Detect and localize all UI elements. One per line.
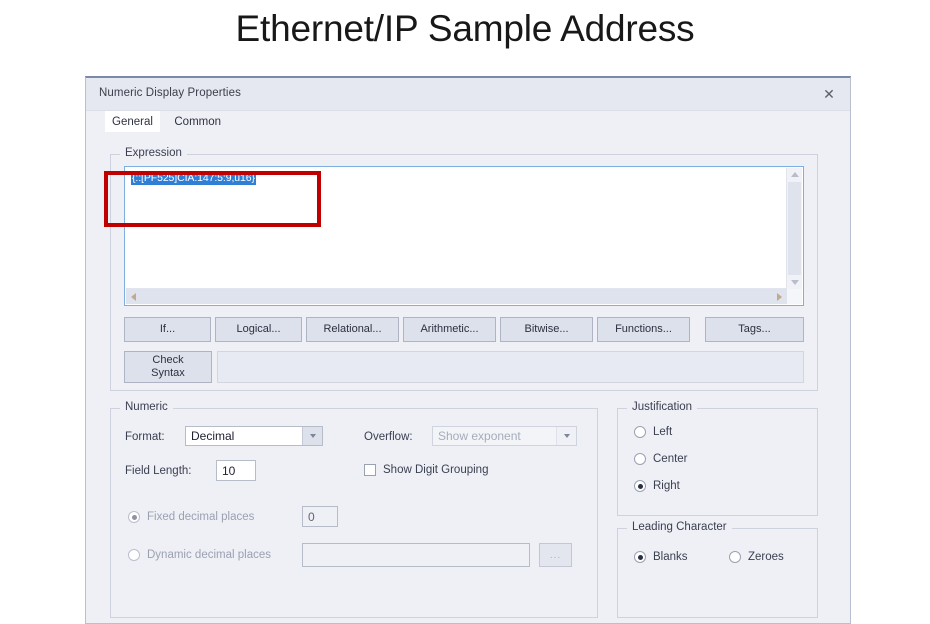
leading-character-group-legend: Leading Character [627,521,732,533]
fixed-decimal-places-label: Fixed decimal places [147,511,255,523]
dialog-body: Expression {::[PF525]CIA:147:5:9,u16} If… [86,137,850,623]
field-length-input[interactable]: 10 [216,460,256,481]
justification-center-radio[interactable] [634,453,646,465]
overflow-label: Overflow: [364,431,413,443]
show-digit-grouping-checkbox[interactable] [364,464,376,476]
chevron-down-icon[interactable] [302,427,322,445]
tab-general[interactable]: General [105,111,160,132]
format-select[interactable]: Decimal [185,426,323,446]
dialog-title: Numeric Display Properties [99,87,241,99]
close-icon[interactable]: ✕ [808,78,850,109]
tabstrip: General Common [86,111,850,137]
leading-character-group: Leading Character Blanks Zeroes [617,521,818,618]
fixed-decimal-places-input[interactable]: 0 [302,506,338,527]
dynamic-decimal-places-input[interactable] [302,543,530,567]
arithmetic-button[interactable]: Arithmetic... [403,317,496,342]
dialog-titlebar: Numeric Display Properties ✕ [86,78,850,111]
dynamic-decimal-browse-button[interactable]: ... [539,543,572,567]
dynamic-decimal-places-label: Dynamic decimal places [147,549,271,561]
justification-group: Justification Left Center Right [617,401,818,516]
expression-horizontal-scrollbar[interactable] [126,288,787,304]
scroll-down-icon[interactable] [790,280,799,285]
justification-group-legend: Justification [627,401,698,413]
format-value: Decimal [191,429,235,443]
leading-blanks-label: Blanks [653,551,688,563]
justification-right-radio[interactable] [634,480,646,492]
check-syntax-label-line2: Syntax [151,367,185,379]
justification-center-label: Center [653,453,688,465]
scroll-up-icon[interactable] [790,172,799,177]
scrollbar-corner [787,289,802,304]
leading-zeroes-label: Zeroes [748,551,784,563]
numeric-group: Numeric Format: Decimal Overflow: Show e… [110,401,598,618]
functions-button[interactable]: Functions... [597,317,690,342]
chevron-down-icon[interactable] [556,427,576,445]
page-title: Ethernet/IP Sample Address [235,8,695,49]
tags-button[interactable]: Tags... [705,317,804,342]
justification-left-radio[interactable] [634,426,646,438]
logical-button[interactable]: Logical... [215,317,302,342]
check-syntax-label-line1: Check [152,354,184,367]
expression-input[interactable]: {::[PF525]CIA:147:5:9,u16} [124,166,804,306]
overflow-select[interactable]: Show exponent [432,426,577,446]
relational-button[interactable]: Relational... [306,317,399,342]
justification-left-label: Left [653,426,673,438]
check-syntax-button[interactable]: Check Syntax [124,351,212,383]
tab-common[interactable]: Common [167,111,228,132]
dynamic-decimal-places-radio[interactable] [128,549,140,561]
expression-group: Expression {::[PF525]CIA:147:5:9,u16} If… [110,147,818,391]
numeric-display-properties-dialog: Numeric Display Properties ✕ General Com… [85,76,851,624]
leading-blanks-radio[interactable] [634,551,646,563]
show-digit-grouping-label: Show Digit Grouping [383,464,489,476]
vertical-scroll-thumb[interactable] [788,182,801,275]
fixed-decimal-places-radio[interactable] [128,511,140,523]
justification-right-label: Right [653,480,680,492]
overflow-value: Show exponent [438,429,521,443]
if-button[interactable]: If... [124,317,211,342]
expression-value: {::[PF525]CIA:147:5:9,u16} [131,171,256,185]
numeric-group-legend: Numeric [120,401,173,413]
leading-zeroes-radio[interactable] [729,551,741,563]
scroll-right-icon[interactable] [777,292,782,301]
field-length-label: Field Length: [125,465,192,477]
bitwise-button[interactable]: Bitwise... [500,317,593,342]
syntax-status-field [217,351,804,383]
scroll-left-icon[interactable] [131,292,136,301]
expression-group-legend: Expression [120,147,187,159]
format-label: Format: [125,431,165,443]
expression-vertical-scrollbar[interactable] [786,168,802,289]
